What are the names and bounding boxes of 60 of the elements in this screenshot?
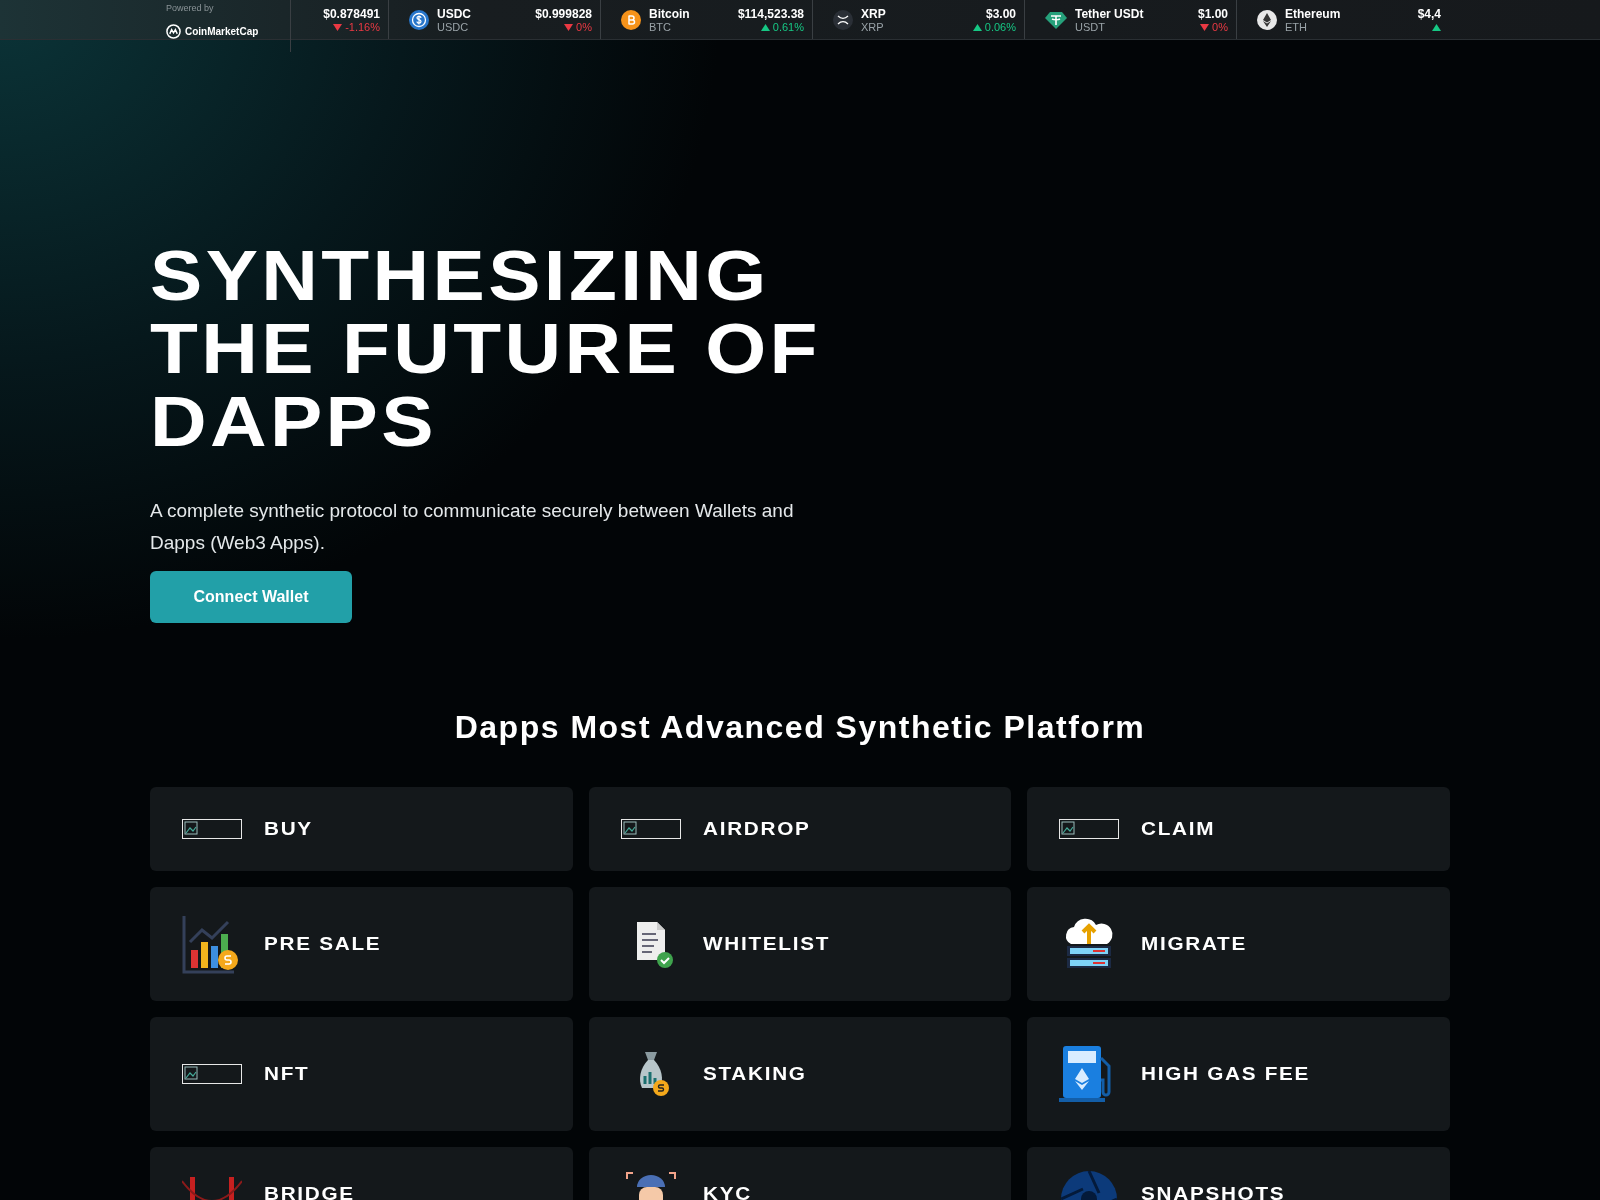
card-label: CLAIM xyxy=(1141,817,1216,841)
coin-symbol: USDC xyxy=(437,20,470,34)
coin-icon xyxy=(621,10,641,30)
coin-icon xyxy=(1045,10,1067,30)
broken-image-icon xyxy=(182,1064,242,1084)
brand-name: CoinMarketCap xyxy=(185,25,259,39)
card-label: MIGRATE xyxy=(1141,932,1248,956)
broken-image-icon xyxy=(1059,819,1120,839)
coin-symbol: ETH xyxy=(1285,20,1308,34)
coin-price: $3.00 xyxy=(985,6,1016,21)
feature-card[interactable]: STAKING xyxy=(588,1017,1012,1131)
card-label: STAKING xyxy=(702,1062,807,1086)
section-title: Dapps Most Advanced Synthetic Platform xyxy=(453,708,1147,747)
feature-card[interactable]: KYC xyxy=(588,1147,1012,1200)
card-label: HIGH GAS FEE xyxy=(1141,1062,1311,1086)
card-label: WHITELIST xyxy=(702,932,830,956)
broken-image-icon xyxy=(182,819,242,839)
feature-card[interactable]: MIGRATE xyxy=(1027,887,1450,1001)
feature-card[interactable]: HIGH GAS FEE xyxy=(1027,1017,1450,1131)
coin-symbol: BTC xyxy=(649,20,672,34)
coin-name: Tether USDt xyxy=(1075,6,1144,21)
logo-icon xyxy=(166,24,181,39)
feature-card[interactable]: SNAPSHOTS xyxy=(1027,1147,1450,1200)
hero-subtitle: A complete synthetic protocol to communicate securely between Wallets and Dapps (Web3 Apps). xyxy=(150,499,795,555)
coin-price: $4,4 xyxy=(1417,6,1441,21)
coin-icon xyxy=(1257,10,1277,30)
coin-price: $114,523.38 xyxy=(737,6,804,21)
coin-name: Bitcoin xyxy=(649,6,690,21)
card-label: KYC xyxy=(702,1183,752,1200)
card-label: BUY xyxy=(264,817,313,841)
feature-card[interactable]: NFT xyxy=(150,1017,573,1131)
coin-name: Ethereum xyxy=(1285,6,1341,21)
feature-card[interactable]: BUY xyxy=(150,787,573,871)
coin-symbol: USDT xyxy=(1075,20,1106,34)
coin-name: XRP xyxy=(861,6,886,21)
coin-symbol: XRP xyxy=(861,20,885,34)
feature-card[interactable]: PRE SALE xyxy=(150,887,573,1001)
feature-card[interactable]: CLAIM xyxy=(1027,787,1450,871)
feature-card[interactable]: WHITELIST xyxy=(588,887,1012,1001)
coin-icon xyxy=(833,10,853,30)
coin-price: $1.00 xyxy=(1197,6,1228,21)
card-label: NFT xyxy=(264,1062,310,1086)
coin-name: USDC xyxy=(437,6,471,21)
price-change: -1.16% xyxy=(345,20,380,34)
hero-title: SYNTHESIZING THE FUTURE OF DAPPS xyxy=(150,240,822,459)
broken-image-icon xyxy=(620,819,681,839)
price-change: 0% xyxy=(1212,20,1228,34)
coin-icon xyxy=(409,10,429,30)
feature-card[interactable]: AIRDROP xyxy=(588,787,1012,871)
price-change: 0.06% xyxy=(984,20,1016,34)
card-label: SNAPSHOTS xyxy=(1141,1183,1286,1200)
feature-card[interactable]: BRIDGE xyxy=(150,1147,573,1200)
price-change: 0% xyxy=(576,20,592,34)
powered-by-label: Powered by xyxy=(166,2,214,15)
coin-price: $0.878491 xyxy=(323,6,380,21)
card-label: BRIDGE xyxy=(264,1183,355,1200)
coin-price: $0.999828 xyxy=(535,6,592,21)
card-label: AIRDROP xyxy=(702,817,811,841)
card-label: PRE SALE xyxy=(264,932,382,956)
price-change: 0.61% xyxy=(772,20,804,34)
